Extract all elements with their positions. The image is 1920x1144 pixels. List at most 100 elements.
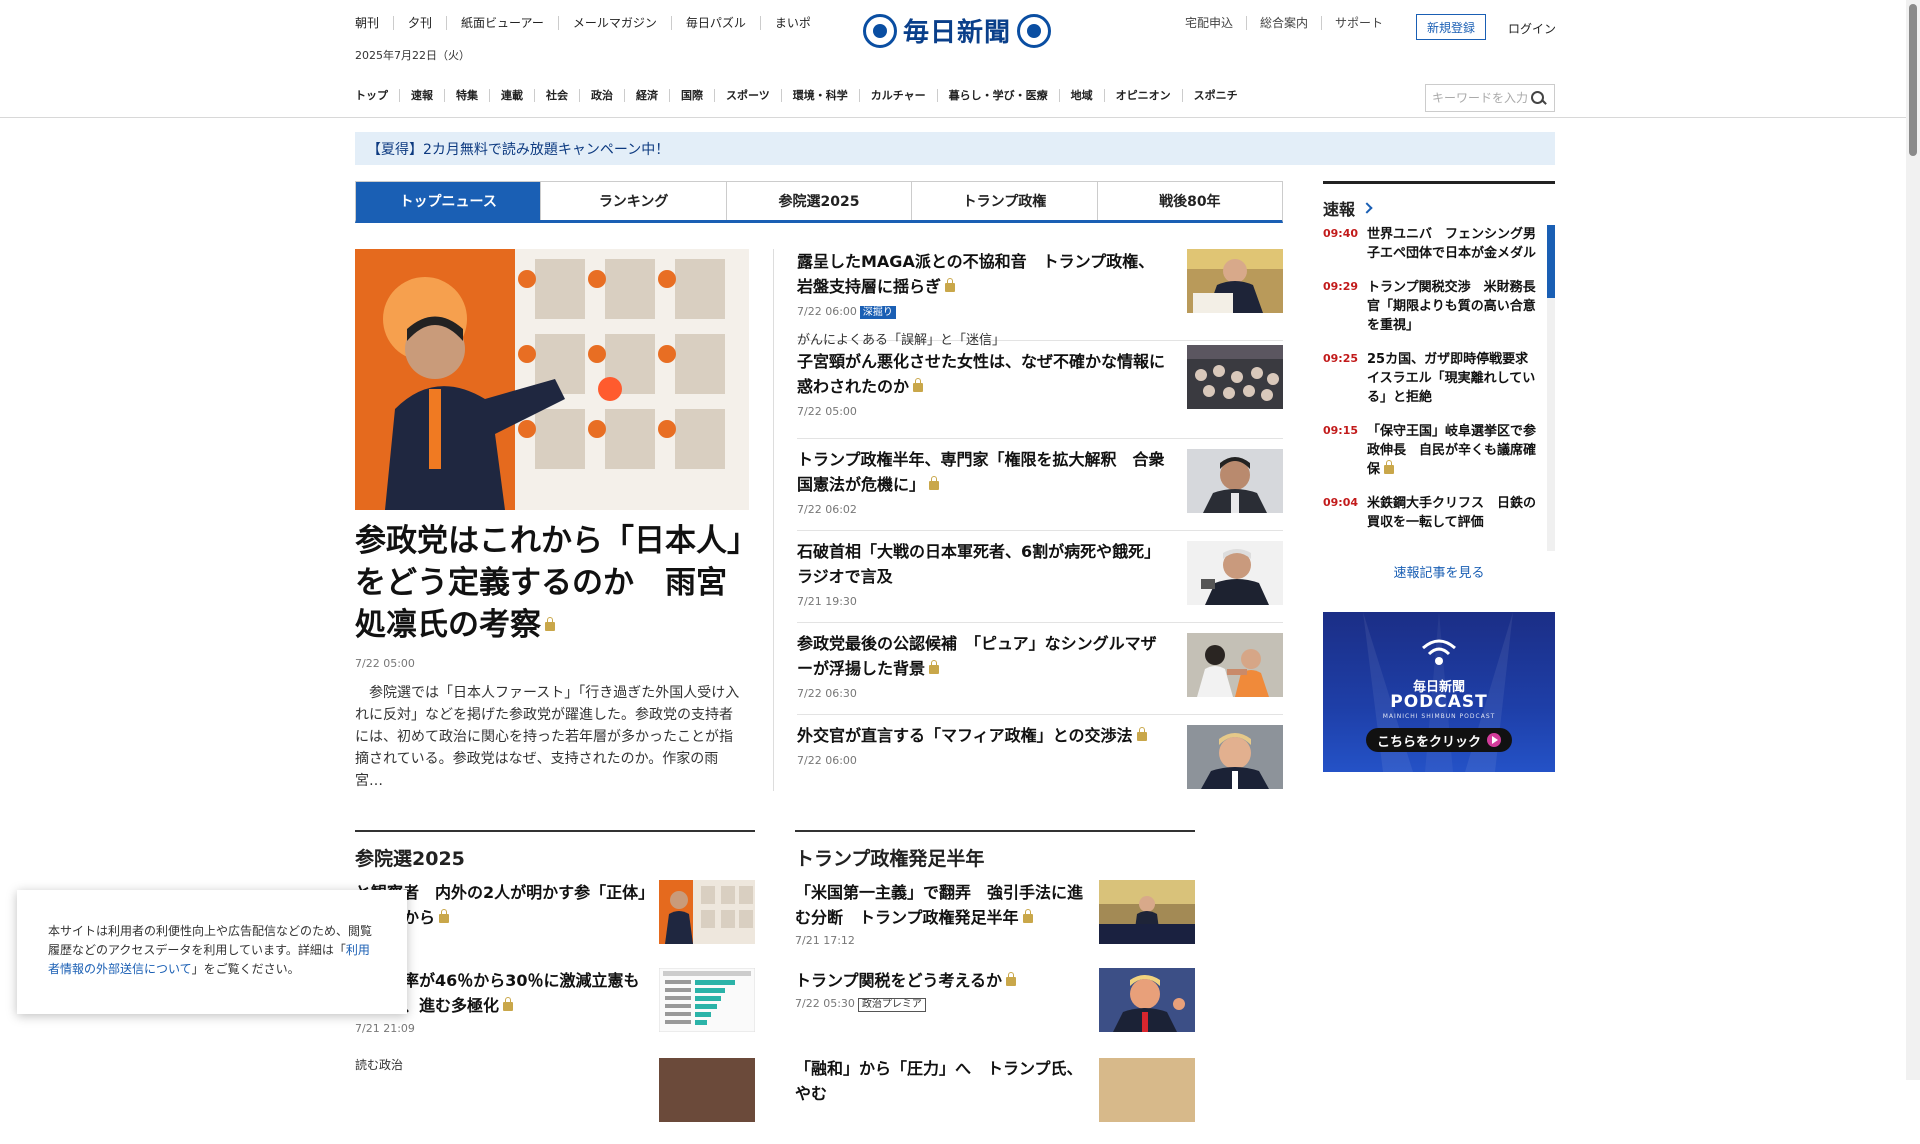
flash-scrollbar-thumb[interactable] xyxy=(1547,225,1555,298)
article-badge: 政治プレミア xyxy=(857,998,926,1012)
list-item[interactable]: と観察者 内外の2人が明かす参「正体」とこれから xyxy=(355,880,755,968)
hero-headline[interactable]: 参政党はこれから「日本人」をどう定義するのか 雨宮処凛氏の考察 xyxy=(355,520,755,646)
flash-item[interactable]: 09:04 米鉄鋼大手クリフス 日鉄の買収を一転して評価 xyxy=(1323,494,1555,532)
login-link[interactable]: ログイン xyxy=(1508,20,1556,37)
nav-item[interactable]: カルチャー xyxy=(858,89,937,102)
flash-more-link[interactable]: 速報記事を見る xyxy=(1323,562,1555,581)
logo-eye-icon xyxy=(863,13,897,48)
article-thumbnail[interactable] xyxy=(659,968,755,1032)
flash-news-heading[interactable]: 速報 xyxy=(1323,181,1555,220)
util-link-maipo[interactable]: まいポ xyxy=(759,16,825,30)
list-item[interactable]: 露呈したMAGA派との不協和音 トランプ政権、岩盤支持層に揺らぎ 7/22 06… xyxy=(797,249,1283,341)
podcast-banner[interactable]: 毎日新聞 PODCAST MAINICHI SHIMBUN PODCAST こち… xyxy=(1323,612,1555,772)
nav-item[interactable]: 国際 xyxy=(669,89,714,102)
article-title[interactable]: トランプ政権半年、専門家「権限を拡大解釈 合衆国憲法が危機に」 xyxy=(797,450,1165,494)
tab-election[interactable]: 参院選2025 xyxy=(725,182,911,220)
article-title[interactable]: 参政党最後の公認候補 「ピュア」なシングルマザーが浮揚した背景 xyxy=(797,634,1157,678)
nav-item[interactable]: 環境・科学 xyxy=(780,89,859,102)
article-thumbnail[interactable] xyxy=(1099,1058,1195,1122)
nav-item[interactable]: 経済 xyxy=(624,89,669,102)
flash-text[interactable]: 米鉄鋼大手クリフス 日鉄の買収を一転して評価 xyxy=(1367,494,1537,532)
nav-item[interactable]: スポーツ xyxy=(714,89,781,102)
nav-item[interactable]: 連載 xyxy=(489,89,534,102)
campaign-banner[interactable]: 【夏得】2カ月無料で読み放題キャンペーン中！ xyxy=(355,132,1555,165)
article-thumbnail[interactable] xyxy=(1187,449,1283,513)
support-link[interactable]: サポート xyxy=(1321,16,1396,30)
flash-text[interactable]: 25カ国、ガザ即時停戦要求 イスラエル「現実離れしている」と拒絶 xyxy=(1367,350,1541,407)
flash-news-title[interactable]: 速報 xyxy=(1323,196,1355,220)
nav-item[interactable]: 社会 xyxy=(534,89,579,102)
tab-ranking[interactable]: ランキング xyxy=(540,182,725,220)
nav-item[interactable]: 速報 xyxy=(399,89,444,102)
nav-item[interactable]: 暮らし・学び・医療 xyxy=(936,89,1059,102)
article-title[interactable]: 「米国第一主義」で翻弄 強引手法に進む分断 トランプ政権発足半年 xyxy=(795,883,1083,927)
podcast-cta-button[interactable]: こちらをクリック xyxy=(1366,728,1512,752)
article-title[interactable]: 石破首相「大戦の日本軍死者、6割が病死や餓死」ラジオで言及 xyxy=(797,542,1160,586)
util-link-viewer[interactable]: 紙面ビューアー xyxy=(446,16,558,30)
lock-icon xyxy=(929,660,940,674)
list-item[interactable]: 「融和」から「圧力」へ トランプ氏、やむ xyxy=(795,1056,1195,1144)
list-item[interactable]: 石破首相「大戦の日本軍死者、6割が病死や餓死」ラジオで言及 7/21 19:30 xyxy=(797,531,1283,623)
list-item[interactable]: がんによくある「誤解」と「迷信」 子宮頸がん悪化させた女性は、なぜ不確かな情報に… xyxy=(797,333,1283,439)
list-item[interactable]: 参政党最後の公認候補 「ピュア」なシングルマザーが浮揚した背景 7/22 06:… xyxy=(797,623,1283,715)
signup-button[interactable]: 新規登録 xyxy=(1416,14,1486,40)
section-election: 参院選2025 と観察者 内外の2人が明かす参「正体」とこれから 例得票率が46… xyxy=(355,830,755,1144)
flash-text[interactable]: 「保守王国」岐阜選挙区で参政伸長 自民が辛くも議席確保 xyxy=(1367,422,1537,479)
article-thumbnail[interactable] xyxy=(1187,725,1283,789)
list-item[interactable]: 外交官が直言する「マフィア政権」との交渉法 7/22 06:00 xyxy=(797,715,1283,807)
util-link-evening[interactable]: 夕刊 xyxy=(393,16,446,30)
article-thumbnail[interactable] xyxy=(1187,249,1283,313)
lock-icon xyxy=(1384,460,1395,474)
nav-item[interactable]: 地域 xyxy=(1058,89,1104,102)
article-title[interactable]: 外交官が直言する「マフィア政権」との交渉法 xyxy=(797,726,1133,745)
section-title[interactable]: トランプ政権発足半年 xyxy=(795,832,1195,880)
list-item[interactable]: 「米国第一主義」で翻弄 強引手法に進む分断 トランプ政権発足半年 7/21 17… xyxy=(795,880,1195,968)
lock-icon xyxy=(439,909,450,923)
list-item[interactable]: トランプ政権半年、専門家「権限を拡大解釈 合衆国憲法が危機に」 7/22 06:… xyxy=(797,439,1283,531)
article-thumbnail[interactable] xyxy=(1187,633,1283,697)
nav-item[interactable]: 特集 xyxy=(444,89,489,102)
nav-item[interactable]: 政治 xyxy=(579,89,624,102)
flash-text[interactable]: 世界ユニバ フェンシング男子エペ団体で日本が金メダル xyxy=(1367,225,1537,263)
nav-item[interactable]: オピニオン xyxy=(1103,89,1182,102)
section-title[interactable]: 参院選2025 xyxy=(355,832,755,880)
article-title[interactable]: 「融和」から「圧力」へ トランプ氏、やむ xyxy=(795,1059,1083,1103)
flash-text[interactable]: トランプ関税交渉 米財務長官「期限よりも質の高い合意を重視」 xyxy=(1367,278,1537,335)
search-input[interactable] xyxy=(1426,91,1530,105)
search-icon[interactable] xyxy=(1530,90,1546,106)
tab-trump[interactable]: トランプ政権 xyxy=(911,182,1096,220)
util-link-puzzle[interactable]: 毎日パズル xyxy=(670,16,760,30)
article-thumbnail[interactable] xyxy=(1187,541,1283,605)
hero-summary[interactable]: 参院選では「日本人ファースト」「行き過ぎた外国人受け入れに反対」などを掲げた参政… xyxy=(355,682,745,792)
article-title[interactable]: 子宮頸がん悪化させた女性は、なぜ不確かな情報に惑わされたのか xyxy=(797,352,1165,396)
flash-item[interactable]: 09:29 トランプ関税交渉 米財務長官「期限よりも質の高い合意を重視」 xyxy=(1323,278,1555,335)
list-item[interactable]: トランプ関税をどう考えるか 7/22 05:30 政治プレミア xyxy=(795,968,1195,1056)
article-title[interactable]: トランプ関税をどう考えるか xyxy=(795,971,1002,990)
article-thumbnail[interactable] xyxy=(1187,345,1283,409)
cookie-notice: 本サイトは利用者の利便性向上や広告配信などのため、閲覧履歴などのアクセスデータを… xyxy=(17,890,407,1014)
article-thumbnail[interactable] xyxy=(659,1058,755,1122)
guide-link[interactable]: 総合案内 xyxy=(1246,16,1321,30)
delivery-link[interactable]: 宅配申込 xyxy=(1185,16,1246,30)
list-item[interactable]: 例得票率が46％から30％に激減立憲も横ばい、進む多極化 7/21 21:09 xyxy=(355,968,755,1056)
list-item[interactable]: 読む政治 xyxy=(355,1056,755,1144)
hero-photo[interactable] xyxy=(355,249,749,510)
page-scrollbar-thumb[interactable] xyxy=(1909,4,1917,156)
nav-item[interactable]: トップ xyxy=(355,89,399,102)
nav-item[interactable]: スポニチ xyxy=(1181,89,1249,102)
tab-postwar[interactable]: 戦後80年 xyxy=(1096,182,1282,220)
flash-scrollbar[interactable] xyxy=(1547,225,1555,551)
flash-item[interactable]: 09:40 世界ユニバ フェンシング男子エペ団体で日本が金メダル xyxy=(1323,225,1555,263)
article-thumbnail[interactable] xyxy=(659,880,755,944)
flash-item[interactable]: 09:15 「保守王国」岐阜選挙区で参政伸長 自民が辛くも議席確保 xyxy=(1323,422,1555,479)
lock-icon xyxy=(929,476,940,490)
article-thumbnail[interactable] xyxy=(1099,880,1195,944)
site-logo[interactable]: 毎日新聞 xyxy=(863,12,1052,49)
util-link-newsletter[interactable]: メールマガジン xyxy=(557,16,671,30)
flash-item[interactable]: 09:25 25カ国、ガザ即時停戦要求 イスラエル「現実離れしている」と拒絶 xyxy=(1323,350,1555,407)
page-scrollbar[interactable] xyxy=(1906,0,1920,1080)
article-title[interactable]: 露呈したMAGA派との不協和音 トランプ政権、岩盤支持層に揺らぎ xyxy=(797,252,1154,296)
util-link-morning[interactable]: 朝刊 xyxy=(355,16,393,30)
article-thumbnail[interactable] xyxy=(1099,968,1195,1032)
tab-top-news[interactable]: トップニュース xyxy=(356,182,541,220)
